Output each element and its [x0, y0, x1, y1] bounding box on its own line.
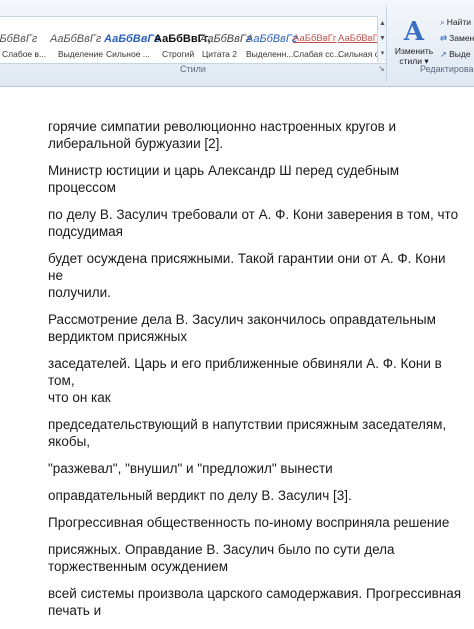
style-sample: АаБбВвГг: [50, 33, 102, 45]
replace-label: Замен: [449, 33, 474, 43]
select-button[interactable]: ➚ Выде: [440, 46, 474, 62]
style-caption: Сильное ...: [106, 49, 150, 59]
style-tile[interactable]: АаБбВвГг Сильная с...: [338, 23, 378, 59]
text-line: якобы,: [48, 434, 91, 449]
paragraph: горячие симпатии революционно настроенны…: [48, 118, 464, 152]
select-label: Выде: [449, 49, 471, 59]
style-caption: Выделенн...: [246, 49, 294, 59]
style-caption: Слабая сс...: [293, 49, 341, 59]
replace-button[interactable]: ⇄ Замен: [440, 30, 474, 46]
text-line: всей системы произвола царского самодерж…: [48, 586, 462, 601]
style-sample: АаБбВвГг: [200, 33, 252, 45]
change-styles-label-text: стили: [399, 56, 422, 66]
styles-group-label: Стили: [180, 64, 206, 74]
text-line: председательствующий в напутствии присяж…: [48, 417, 447, 432]
text-line: горячие симпатии революционно настроенны…: [48, 119, 397, 134]
text-line: печать и: [48, 603, 102, 618]
style-sample: АаБбВвГг: [338, 33, 378, 44]
cursor-icon: ➚: [440, 48, 448, 59]
find-label: Найти: [446, 17, 472, 27]
paragraph: Прогрессивная общественность по-иному во…: [48, 514, 464, 531]
style-sample: АаБбВвГг: [246, 33, 298, 45]
paragraph: Министр юстиции и царь Александр Ш перед…: [48, 162, 464, 196]
style-tile[interactable]: АаБбВвГг Слабое в...: [0, 23, 46, 59]
binoculars-icon: ⌕: [440, 16, 445, 27]
text-line: присяжных. Оправдание В. Засулич было по…: [48, 542, 395, 557]
style-tile[interactable]: АаБбВвГг Сильное ...: [104, 23, 160, 59]
style-tile[interactable]: АаБбВвГг Выделенн...: [246, 23, 298, 59]
style-caption: Выделение: [58, 49, 104, 59]
text-line: "разжевал", "внушил" и "предложил" вынес…: [48, 461, 333, 476]
paragraph: заседателей. Царь и его приближенные обв…: [48, 355, 464, 406]
paragraph: всей системы произвола царского самодерж…: [48, 585, 464, 619]
group-separator: [386, 6, 387, 82]
style-sample: АаБбВвГг: [0, 33, 38, 45]
change-styles-label: Изменить: [394, 46, 434, 56]
ribbon: АаБбВвГг Слабое в... АаБбВвГг Выделение …: [0, 0, 474, 87]
paragraph: Рассмотрение дела В. Засулич закончилось…: [48, 311, 464, 345]
style-tile[interactable]: АаБбВвГг Слабая сс...: [293, 23, 341, 59]
paragraph: по делу В. Засулич требовали от А. Ф. Ко…: [48, 206, 464, 240]
styles-gallery: АаБбВвГг Слабое в... АаБбВвГг Выделение …: [0, 16, 387, 64]
text-line: торжественным осуждением: [48, 559, 229, 574]
paragraph: "разжевал", "внушил" и "предложил" вынес…: [48, 460, 464, 477]
text-line: оправдательный вердикт по делу В. Засули…: [48, 488, 352, 503]
style-tile[interactable]: АаБбВвГг Цитата 2: [200, 23, 252, 59]
text-line: Рассмотрение дела В. Засулич закончилось…: [48, 312, 436, 327]
dialog-launcher-icon[interactable]: ↘: [378, 64, 385, 73]
text-line: вердиктом присяжных: [48, 329, 188, 344]
change-styles-icon: A: [403, 17, 425, 47]
paragraph: будет осуждена присяжными. Такой гаранти…: [48, 250, 464, 301]
text-line: либеральной буржуазии [2].: [48, 136, 224, 151]
style-caption: Слабое в...: [2, 49, 47, 59]
text-line: Прогрессивная общественность по-иному во…: [48, 515, 450, 530]
paragraph: председательствующий в напутствии присяж…: [48, 416, 464, 450]
paragraph: присяжных. Оправдание В. Засулич было по…: [48, 541, 464, 575]
style-tile[interactable]: АаБбВвГг Выделение: [50, 23, 104, 59]
text-line: будет осуждена присяжными. Такой гаранти…: [48, 251, 446, 283]
text-line: подсудимая: [48, 224, 123, 239]
find-button[interactable]: ⌕ Найти: [440, 14, 474, 30]
style-sample: АаБбВвГг: [104, 33, 161, 45]
editing-group-label: Редактирован: [420, 64, 474, 74]
text-line: Министр юстиции и царь Александр Ш перед…: [48, 163, 400, 195]
document-body[interactable]: горячие симпатии революционно настроенны…: [48, 118, 464, 629]
text-line: получили.: [48, 285, 111, 300]
style-tile[interactable]: АаБбВвГг, Строгий: [154, 23, 211, 59]
text-line: что он как: [48, 390, 111, 405]
style-caption: Цитата 2: [202, 49, 237, 59]
text-line: заседателей. Царь и его приближенные обв…: [48, 356, 442, 388]
style-caption: Строгий: [162, 49, 195, 59]
editing-group: ⌕ Найти ⇄ Замен ➚ Выде: [440, 14, 474, 62]
paragraph: оправдательный вердикт по делу В. Засули…: [48, 487, 464, 504]
style-caption: Сильная с...: [338, 49, 378, 59]
replace-icon: ⇄: [440, 32, 448, 43]
text-line: по делу В. Засулич требовали от А. Ф. Ко…: [48, 207, 459, 222]
style-sample: АаБбВвГг: [293, 33, 337, 44]
